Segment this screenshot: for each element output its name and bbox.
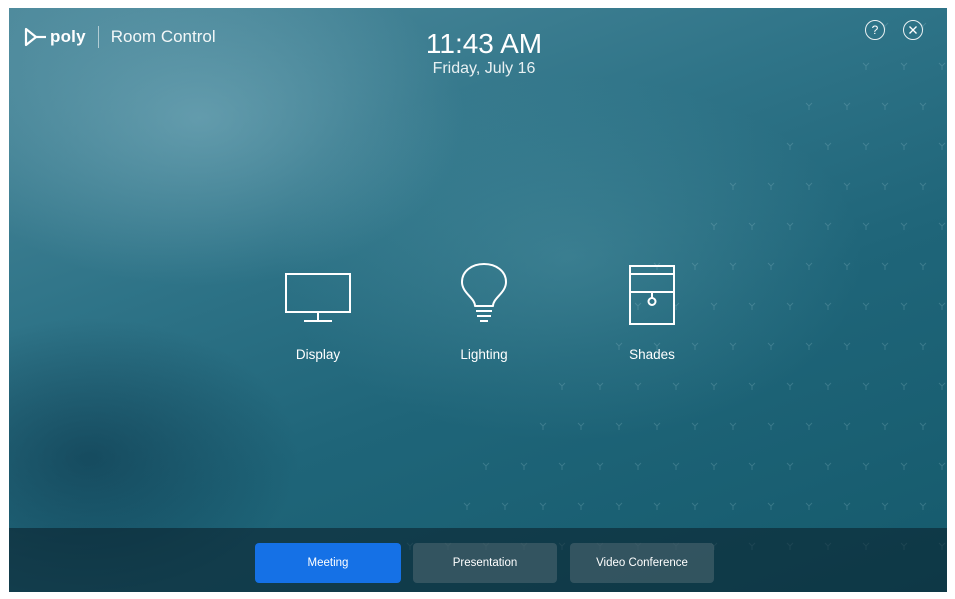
y-pattern-mark (824, 382, 832, 390)
y-pattern-mark (482, 462, 490, 470)
y-pattern-mark (824, 142, 832, 150)
close-button[interactable] (903, 20, 923, 40)
y-pattern-mark (748, 222, 756, 230)
y-pattern-mark (634, 382, 642, 390)
lighting-control[interactable]: Lighting (429, 258, 539, 362)
y-pattern-mark (729, 182, 737, 190)
y-pattern-mark (748, 462, 756, 470)
y-pattern-mark (463, 502, 471, 510)
y-pattern-mark (653, 502, 661, 510)
y-pattern-mark (672, 382, 680, 390)
y-pattern-mark (710, 382, 718, 390)
y-pattern-mark (596, 462, 604, 470)
tab-presentation[interactable]: Presentation (413, 543, 557, 583)
y-pattern-mark (881, 502, 889, 510)
y-pattern-mark (501, 502, 509, 510)
clock: 11:43 AM Friday, July 16 (349, 28, 619, 78)
y-pattern-mark (786, 382, 794, 390)
y-pattern-mark (767, 182, 775, 190)
lightbulb-icon (461, 263, 507, 322)
monitor-icon (285, 273, 351, 322)
shades-icon (629, 265, 675, 325)
y-pattern-mark (615, 502, 623, 510)
y-pattern-mark (558, 462, 566, 470)
y-pattern-mark (710, 222, 718, 230)
y-pattern-mark (938, 222, 946, 230)
room-controls: Display Lighting Shades (9, 258, 947, 368)
y-pattern-mark (729, 502, 737, 510)
y-pattern-mark (805, 502, 813, 510)
y-pattern-mark (919, 422, 927, 430)
y-pattern-mark (900, 382, 908, 390)
y-pattern-mark (862, 222, 870, 230)
help-button[interactable]: ? (865, 20, 885, 40)
y-pattern-mark (805, 422, 813, 430)
y-pattern-mark (710, 462, 718, 470)
poly-logo: poly (23, 27, 86, 47)
y-pattern-mark (919, 502, 927, 510)
y-pattern-mark (634, 462, 642, 470)
y-pattern-mark (881, 422, 889, 430)
shades-control[interactable]: Shades (597, 258, 707, 362)
y-pattern-mark (786, 142, 794, 150)
y-pattern-mark (748, 382, 756, 390)
app-title: Room Control (110, 27, 216, 46)
y-pattern-mark (938, 462, 946, 470)
y-pattern-mark (653, 422, 661, 430)
y-pattern-mark (862, 462, 870, 470)
y-pattern-mark (729, 422, 737, 430)
y-pattern-mark (691, 422, 699, 430)
y-pattern-mark (558, 382, 566, 390)
lighting-label: Lighting (460, 347, 508, 362)
close-circle-icon (909, 26, 917, 34)
y-pattern-mark (786, 462, 794, 470)
y-pattern-mark (843, 502, 851, 510)
current-date: Friday, July 16 (432, 60, 536, 77)
mode-bar: Meeting Presentation Video Conference (9, 528, 947, 592)
brand-divider (97, 26, 99, 48)
top-icons: ? (865, 20, 947, 44)
question-circle-icon: ? (871, 23, 879, 37)
tab-video-conference[interactable]: Video Conference (570, 543, 714, 583)
current-time: 11:43 AM (425, 28, 543, 59)
y-pattern-mark (900, 142, 908, 150)
y-pattern-mark (615, 422, 623, 430)
display-label: Display (295, 347, 341, 362)
y-pattern-mark (919, 182, 927, 190)
y-pattern-mark (596, 382, 604, 390)
y-pattern-mark (577, 502, 585, 510)
y-pattern-mark (805, 182, 813, 190)
poly-logo-icon (24, 27, 46, 47)
y-pattern-mark (539, 422, 547, 430)
tab-meeting[interactable]: Meeting (255, 543, 401, 583)
display-control[interactable]: Display (263, 258, 373, 362)
y-pattern-mark (938, 142, 946, 150)
y-pattern-mark (539, 502, 547, 510)
top-bar: poly Room Control 11:43 AM Friday, July … (9, 8, 947, 108)
y-pattern-mark (900, 462, 908, 470)
brand-name: poly (50, 27, 86, 46)
room-control-screen: poly Room Control 11:43 AM Friday, July … (9, 8, 947, 592)
y-pattern-mark (767, 422, 775, 430)
y-pattern-mark (881, 182, 889, 190)
y-pattern-mark (672, 462, 680, 470)
y-pattern-mark (862, 382, 870, 390)
y-pattern-mark (843, 422, 851, 430)
y-pattern-mark (843, 182, 851, 190)
y-pattern-mark (577, 422, 585, 430)
y-pattern-mark (900, 222, 908, 230)
shades-label: Shades (629, 347, 675, 362)
y-pattern-mark (824, 222, 832, 230)
y-pattern-mark (862, 142, 870, 150)
y-pattern-mark (786, 222, 794, 230)
y-pattern-mark (767, 502, 775, 510)
y-pattern-mark (824, 462, 832, 470)
y-pattern-mark (520, 462, 528, 470)
y-pattern-mark (938, 382, 946, 390)
y-pattern-mark (691, 502, 699, 510)
brand: poly Room Control (23, 26, 216, 48)
